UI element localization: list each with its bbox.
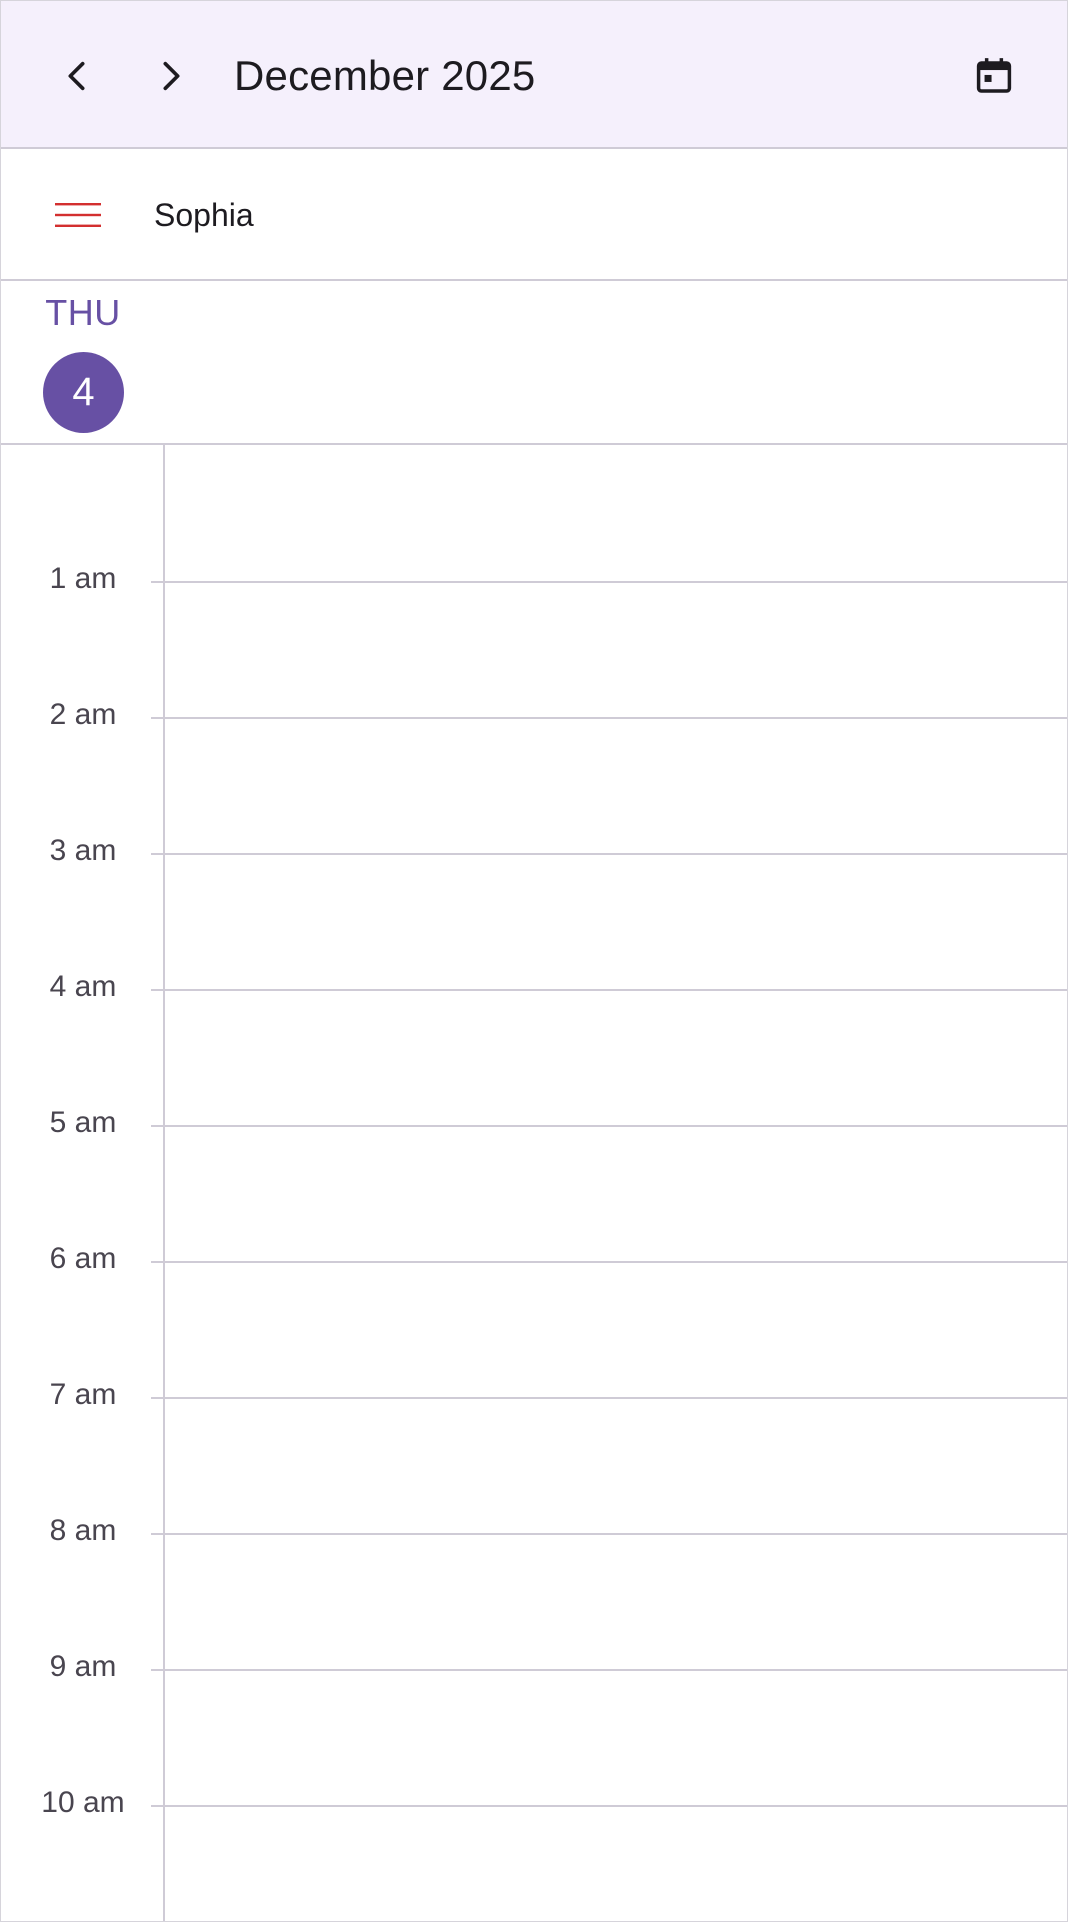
hour-label: 10 am <box>41 1786 125 1819</box>
hour-gridline <box>151 581 1067 583</box>
menu-icon <box>55 203 101 227</box>
hour-gridline <box>151 717 1067 719</box>
hour-gridline <box>151 1261 1067 1263</box>
hour-row: 3 am <box>1 834 1067 867</box>
hour-row: 6 am <box>1 1242 1067 1275</box>
hour-row: 10 am <box>1 1786 1067 1819</box>
selected-date-badge[interactable]: 4 <box>43 352 124 433</box>
hour-label: 8 am <box>49 1514 117 1547</box>
weekday-label: THU <box>45 292 121 333</box>
hour-row: 7 am <box>1 1378 1067 1411</box>
hour-label: 7 am <box>49 1378 117 1411</box>
hour-gridline <box>151 989 1067 991</box>
hour-label: 3 am <box>49 834 117 867</box>
hour-row: 5 am <box>1 1106 1067 1139</box>
previous-month-button[interactable] <box>41 40 113 112</box>
chevron-left-icon <box>68 61 85 91</box>
hour-label: 9 am <box>49 1650 117 1683</box>
hour-row: 9 am <box>1 1650 1067 1683</box>
top-app-bar: December 2025 <box>1 1 1067 149</box>
hour-label: 5 am <box>49 1106 117 1139</box>
hour-gridline <box>151 1533 1067 1535</box>
user-selector-row: Sophia <box>1 149 1067 281</box>
hour-label: 2 am <box>49 698 117 731</box>
chevron-right-icon <box>163 61 180 91</box>
hour-gridline <box>151 1669 1067 1671</box>
hour-gridline <box>151 853 1067 855</box>
time-gutter-divider <box>163 445 165 1921</box>
hour-row: 8 am <box>1 1514 1067 1547</box>
day-header: THU 4 <box>1 281 1067 445</box>
day-timeline-grid[interactable]: 1 am 2 am 3 am 4 am 5 am 6 am 7 am 8 am 9 am 10 a… <box>1 445 1067 1921</box>
hour-gridline <box>151 1125 1067 1127</box>
hour-gridline <box>151 1805 1067 1807</box>
today-button[interactable] <box>958 40 1030 112</box>
hour-gridline <box>151 1397 1067 1399</box>
month-title: December 2025 <box>234 52 536 99</box>
hour-label: 6 am <box>49 1242 117 1275</box>
hour-row: 1 am <box>1 562 1067 595</box>
hour-row: 4 am <box>1 970 1067 1003</box>
calendar-today-icon <box>976 58 1012 93</box>
next-month-button[interactable] <box>135 40 207 112</box>
user-name[interactable]: Sophia <box>154 195 254 235</box>
hour-row: 2 am <box>1 698 1067 731</box>
hour-label: 4 am <box>49 970 117 1003</box>
menu-button[interactable] <box>42 179 114 251</box>
calendar-app: December 2025 Sophia THU 4 1 am 2 am 3 a… <box>0 0 1068 1922</box>
hour-label: 1 am <box>49 562 117 595</box>
